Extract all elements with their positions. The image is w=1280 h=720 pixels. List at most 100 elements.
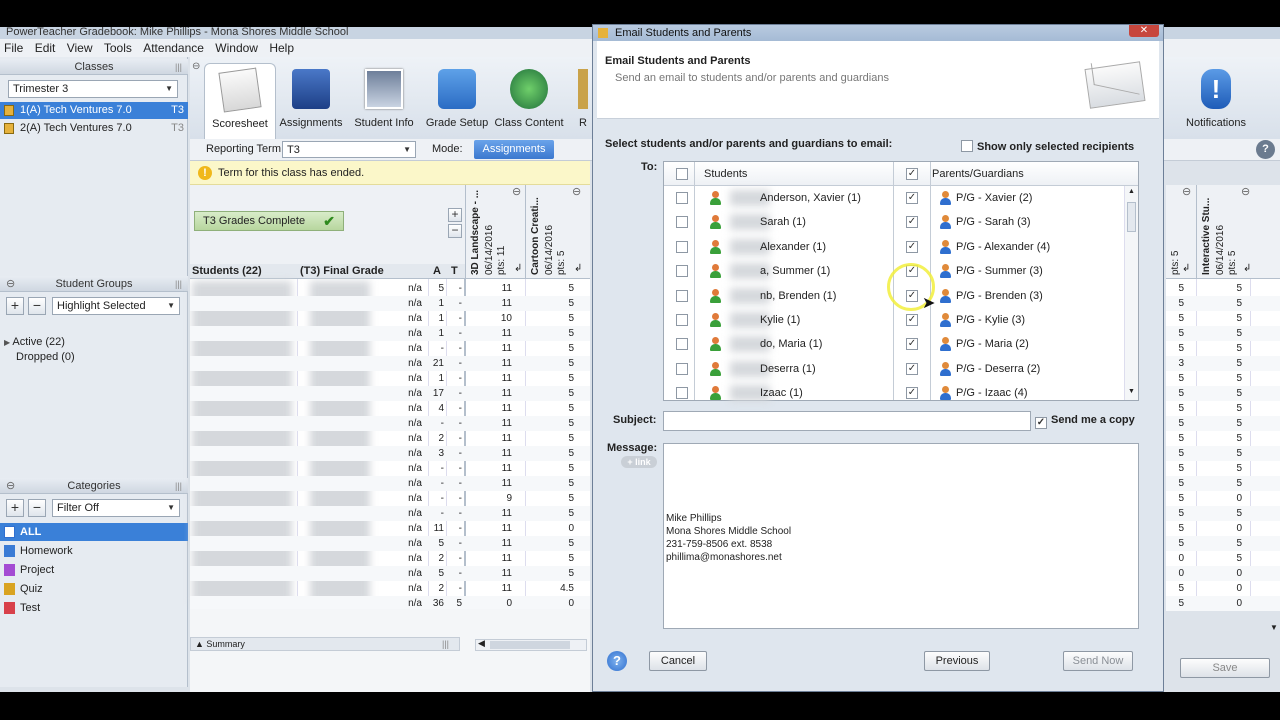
tardies-cell[interactable]: - <box>448 446 462 461</box>
absences-cell[interactable]: 21 <box>430 356 444 371</box>
score-1-cell[interactable]: 11 <box>470 401 512 416</box>
parent-checkbox[interactable]: ✓ <box>906 387 918 400</box>
table-row[interactable]: n/a 2-11 5 <box>190 431 590 446</box>
final-cell[interactable]: n/a <box>380 446 422 461</box>
final-cell[interactable]: n/a <box>380 536 422 551</box>
table-row[interactable]: n/a 5-11 5 <box>190 566 590 581</box>
final-cell[interactable]: n/a <box>380 476 422 491</box>
right-score-1-cell[interactable]: 5 <box>1166 341 1184 356</box>
summary-bar[interactable]: ▲ Summary ||| <box>190 637 460 651</box>
right-score-2-cell[interactable]: 0 <box>1210 596 1242 611</box>
table-row[interactable]: n/a - -11 5 <box>190 341 590 356</box>
score-2-cell[interactable]: 5 <box>530 326 574 341</box>
score-2-cell[interactable]: 5 <box>530 506 574 521</box>
parent-checkbox[interactable]: ✓ <box>906 314 918 326</box>
right-score-2-cell[interactable]: 5 <box>1210 341 1242 356</box>
score-1-cell[interactable]: 11 <box>470 326 512 341</box>
table-row[interactable]: n/a - -9 5 <box>190 491 590 506</box>
table-row[interactable]: 55 <box>1166 371 1280 386</box>
score-2-cell[interactable]: 5 <box>530 551 574 566</box>
category-item-homework[interactable]: Homework <box>0 542 188 560</box>
tardies-cell[interactable]: - <box>448 356 462 371</box>
tardies-cell[interactable]: - <box>448 551 462 566</box>
score-2-cell[interactable]: 5 <box>530 566 574 581</box>
tardies-cell[interactable]: - <box>448 536 462 551</box>
final-cell[interactable]: n/a <box>380 356 422 371</box>
score-2-cell[interactable]: 5 <box>530 371 574 386</box>
category-filter-select[interactable]: Filter Off ▼ <box>52 499 180 517</box>
final-cell[interactable]: n/a <box>380 521 422 536</box>
table-row[interactable]: 35 <box>1166 356 1280 371</box>
tardies-cell[interactable]: - <box>448 296 462 311</box>
grade-setup-tool[interactable]: Grade Setup <box>422 63 492 139</box>
absences-cell[interactable]: 5 <box>430 566 444 581</box>
right-score-1-cell[interactable]: 0 <box>1166 551 1184 566</box>
right-score-1-cell[interactable]: 5 <box>1166 401 1184 416</box>
students-column-header[interactable]: Students (22) <box>192 264 262 279</box>
send-now-button[interactable]: Send Now <box>1063 651 1133 671</box>
right-score-1-cell[interactable]: 5 <box>1166 446 1184 461</box>
absences-cell[interactable]: 17 <box>430 386 444 401</box>
collapse-columns-button[interactable]: − <box>448 224 462 238</box>
score-2-cell[interactable]: 5 <box>530 311 574 326</box>
menu-window[interactable]: Window <box>215 41 258 55</box>
score-2-cell[interactable]: 5 <box>530 356 574 371</box>
student-checkbox[interactable] <box>676 338 688 351</box>
table-row[interactable]: 55 <box>1166 281 1280 296</box>
table-row[interactable]: 55 <box>1166 341 1280 356</box>
score-2-cell[interactable]: 0 <box>530 521 574 536</box>
table-row[interactable]: n/a 2-11 5 <box>190 551 590 566</box>
category-item-quiz[interactable]: Quiz <box>0 580 188 598</box>
score-2-cell[interactable]: 5 <box>530 476 574 491</box>
group-dropped[interactable]: Dropped (0) <box>16 351 75 363</box>
right-score-2-cell[interactable]: 5 <box>1210 326 1242 341</box>
right-score-2-cell[interactable]: 5 <box>1210 416 1242 431</box>
show-only-selected-toggle[interactable]: Show only selected recipients <box>961 138 1134 153</box>
final-cell[interactable]: n/a <box>380 491 422 506</box>
absences-cell[interactable]: - <box>430 491 444 506</box>
parent-checkbox[interactable]: ✓ <box>906 362 918 375</box>
parent-checkbox[interactable]: ✓ <box>906 192 918 204</box>
final-cell[interactable]: n/a <box>380 281 422 296</box>
right-score-1-cell[interactable]: 5 <box>1166 536 1184 551</box>
score-2-cell[interactable]: 5 <box>530 491 574 506</box>
right-score-1-cell[interactable]: 5 <box>1166 581 1184 596</box>
score-1-cell[interactable]: 11 <box>470 551 512 566</box>
tardies-cell[interactable]: - <box>448 311 462 326</box>
fill-icon[interactable]: ↲ <box>1182 263 1190 274</box>
assignment-col-2[interactable]: Cartoon Creati... 06/14/2016 pts: 5 ⊖ ↲ <box>525 185 585 279</box>
menu-view[interactable]: View <box>67 41 93 55</box>
parent-checkbox[interactable]: ✓ <box>906 216 918 229</box>
absences-cell[interactable]: 11 <box>430 521 444 536</box>
student-checkbox[interactable] <box>676 240 688 253</box>
absences-cell[interactable]: 5 <box>430 281 444 296</box>
right-score-2-cell[interactable]: 0 <box>1210 566 1242 581</box>
score-1-cell[interactable]: 11 <box>470 521 512 536</box>
table-row[interactable]: 55 <box>1166 476 1280 491</box>
send-copy-toggle[interactable]: ✓ Send me a copy <box>1035 414 1135 429</box>
score-2-cell[interactable]: 5 <box>530 416 574 431</box>
table-row[interactable]: n/a - -11 5 <box>190 416 590 431</box>
score-1-cell[interactable]: 11 <box>470 446 512 461</box>
right-score-1-cell[interactable]: 5 <box>1166 506 1184 521</box>
parent-checkbox[interactable]: ✓ <box>906 240 918 253</box>
table-row[interactable]: 00 <box>1166 566 1280 581</box>
table-row[interactable]: 05 <box>1166 551 1280 566</box>
right-score-1-cell[interactable]: 5 <box>1166 326 1184 341</box>
add-group-button[interactable]: + <box>6 297 24 315</box>
absences-cell[interactable]: - <box>430 476 444 491</box>
tardies-cell[interactable]: - <box>448 326 462 341</box>
score-1-cell[interactable]: 11 <box>470 416 512 431</box>
send-copy-checkbox[interactable]: ✓ <box>1035 417 1047 429</box>
absences-cell[interactable]: 1 <box>430 326 444 341</box>
mode-assignments-button[interactable]: Assignments <box>474 140 554 159</box>
expand-columns-button[interactable]: + <box>448 208 462 222</box>
student-checkbox[interactable] <box>676 387 688 400</box>
absences-cell[interactable]: 1 <box>430 371 444 386</box>
table-row[interactable]: n/a 1-11 5 <box>190 326 590 341</box>
student-info-tool[interactable]: Student Info <box>348 63 420 139</box>
table-row[interactable]: n/a 5-11 5 <box>190 536 590 551</box>
absences-column-header[interactable]: A <box>433 264 441 279</box>
final-cell[interactable]: n/a <box>380 401 422 416</box>
right-score-1-cell[interactable]: 5 <box>1166 386 1184 401</box>
